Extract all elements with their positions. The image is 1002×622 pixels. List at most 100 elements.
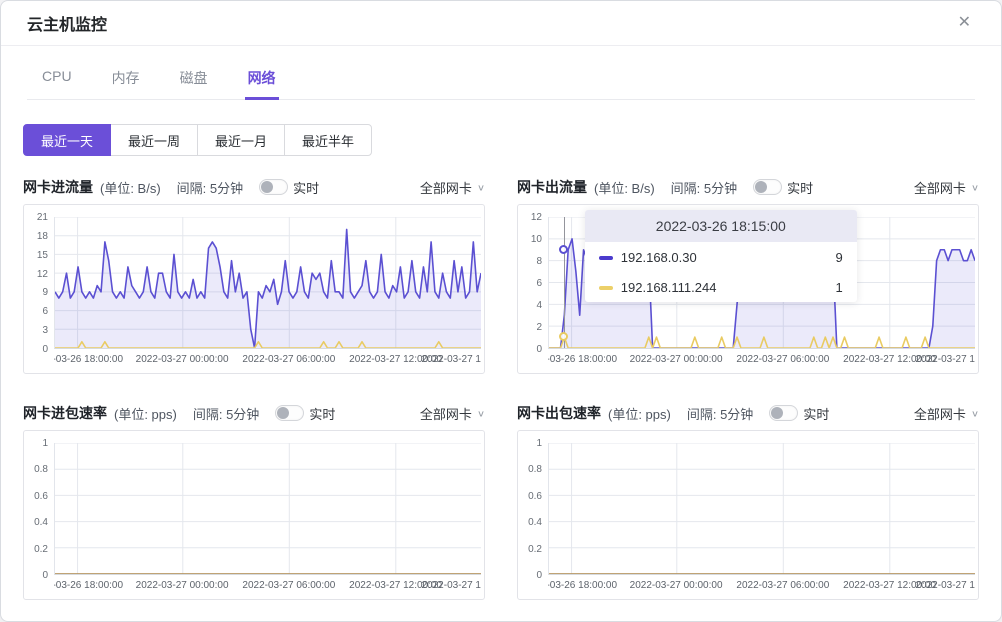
y-tick-label: 0.8 xyxy=(528,465,542,475)
y-tick-label: 0.4 xyxy=(528,518,542,528)
toggle-knob xyxy=(755,181,767,193)
toggle-knob xyxy=(277,407,289,419)
y-tick-label: 0.6 xyxy=(528,492,542,502)
y-tick-label: 0.8 xyxy=(34,465,48,475)
nic-filter-label: 全部网卡 xyxy=(420,178,472,197)
chevron-down-icon: ∨ xyxy=(477,408,485,418)
range-button-last-week[interactable]: 最近一周 xyxy=(110,124,198,156)
y-tick-label: 6 xyxy=(536,279,542,289)
panel-header: 网卡出包速率 (单位: pps) 间隔: 5分钟 实时 全部网卡 ∨ xyxy=(517,402,979,424)
x-tick-label: 2022-03-27 00:00:00 xyxy=(630,354,723,365)
nic-filter-dropdown[interactable]: 全部网卡 ∨ xyxy=(420,178,485,197)
y-tick-label: 4 xyxy=(536,301,542,311)
panel-interval: 间隔: 5分钟 xyxy=(193,404,259,423)
panel-unit: (单位: B/s) xyxy=(594,178,655,197)
cloud-host-monitor-dialog: 云主机监控 ✕ CPU 内存 磁盘 网络 最近一天 最近一周 最近一月 最近半年… xyxy=(0,0,1002,622)
x-tick-label: 2022-03-27 06:00:00 xyxy=(242,580,335,591)
y-tick-label: 21 xyxy=(37,213,48,223)
series-value: 1 xyxy=(836,280,843,295)
series-value: 9 xyxy=(836,250,843,265)
chart-canvas xyxy=(549,443,975,574)
realtime-toggle[interactable] xyxy=(769,405,798,421)
panel-nic-out-traffic: 网卡出流量 (单位: B/s) 间隔: 5分钟 实时 全部网卡 ∨ 121086… xyxy=(517,176,979,374)
chart-canvas xyxy=(55,443,481,574)
y-tick-label: 1 xyxy=(536,439,542,449)
tooltip-row: 192.168.0.30 9 xyxy=(585,242,857,272)
realtime-label: 实时 xyxy=(803,404,829,423)
chart-canvas xyxy=(55,217,481,348)
realtime-label: 实时 xyxy=(787,178,813,197)
chart-box: 10.80.60.40.20 2022-03-26 18:00:002022-0… xyxy=(23,430,485,600)
y-tick-label: 1 xyxy=(42,439,48,449)
panel-title: 网卡进流量 xyxy=(23,177,93,197)
y-axis-labels: 10.80.60.40.20 xyxy=(24,443,54,575)
panel-title: 网卡出包速率 xyxy=(517,403,601,423)
realtime-toggle[interactable] xyxy=(275,405,304,421)
dialog-title: 云主机监控 xyxy=(27,11,107,35)
x-tick-label: 2022-03-26 18:00:00 xyxy=(548,354,617,365)
nic-filter-dropdown[interactable]: 全部网卡 ∨ xyxy=(914,404,979,423)
tab-network[interactable]: 网络 xyxy=(245,60,279,100)
tab-cpu[interactable]: CPU xyxy=(39,60,75,100)
chart-box: 1 0.8 0.6 0.4 0.2 0 2022-03-26 18:00:00 2022-0… xyxy=(517,430,979,600)
realtime-toggle[interactable] xyxy=(753,179,782,195)
y-axis-labels: 121086420 xyxy=(518,217,548,349)
crosshair-line xyxy=(564,217,565,348)
y-tick-label: 0.4 xyxy=(34,518,48,528)
x-axis-labels: 2022-03-26 18:00:002022-03-27 00:00:0020… xyxy=(54,575,481,595)
chart-panels: 网卡进流量 (单位: B/s) 间隔: 5分钟 实时 全部网卡 ∨ 211815… xyxy=(23,176,979,600)
time-range-group: 最近一天 最近一周 最近一月 最近半年 xyxy=(23,124,979,156)
plot-area[interactable] xyxy=(54,217,481,349)
tabs-bar: CPU 内存 磁盘 网络 xyxy=(27,60,975,100)
panel-unit: (单位: pps) xyxy=(608,404,671,423)
tab-disk[interactable]: 磁盘 xyxy=(177,60,211,100)
nic-filter-dropdown[interactable]: 全部网卡 ∨ xyxy=(914,178,979,197)
realtime-label: 实时 xyxy=(293,178,319,197)
nic-filter-dropdown[interactable]: 全部网卡 ∨ xyxy=(420,404,485,423)
x-tick-label: 2022-03-27 1 xyxy=(916,580,976,591)
toggle-knob xyxy=(771,407,783,419)
plot-area[interactable] xyxy=(548,443,975,575)
series-dash xyxy=(599,286,613,290)
range-button-last-month[interactable]: 最近一月 xyxy=(197,124,285,156)
y-axis-labels: 211815129630 xyxy=(24,217,54,349)
y-tick-label: 10 xyxy=(531,235,542,245)
close-icon[interactable]: ✕ xyxy=(954,11,975,35)
panel-interval: 间隔: 5分钟 xyxy=(671,178,737,197)
panel-unit: (单位: pps) xyxy=(114,404,177,423)
chart-box: 121086420 2022-03-26 18:15:00 192.168.0.… xyxy=(517,204,979,374)
y-tick-label: 0 xyxy=(42,345,48,355)
x-axis-labels: 2022-03-26 18:00:002022-03-27 00:00:0020… xyxy=(54,349,481,369)
y-tick-label: 0 xyxy=(42,571,48,581)
x-tick-label: 2022-03-27 00:00:00 xyxy=(136,580,229,591)
series-name: 192.168.0.30 xyxy=(621,250,697,265)
series-dash xyxy=(599,256,613,260)
panel-title: 网卡出流量 xyxy=(517,177,587,197)
plot-area[interactable] xyxy=(54,443,481,575)
realtime-toggle[interactable] xyxy=(259,179,288,195)
y-tick-label: 2 xyxy=(536,323,542,333)
x-tick-label: 2022-03-27 1 xyxy=(916,354,976,365)
plot-area[interactable]: 2022-03-26 18:15:00 192.168.0.30 9 192.1… xyxy=(548,217,975,349)
chevron-down-icon: ∨ xyxy=(971,182,979,192)
toggle-knob xyxy=(261,181,273,193)
x-axis-labels: 2022-03-26 18:00:00 2022-03-27 00:00:00 20… xyxy=(548,349,975,369)
panel-interval: 间隔: 5分钟 xyxy=(177,178,243,197)
x-tick-label: 2022-03-27 06:00:00 xyxy=(736,354,829,365)
x-tick-label: 2022-03-26 18:00:00 xyxy=(548,580,617,591)
series-name: 192.168.111.244 xyxy=(621,280,717,295)
nic-filter-label: 全部网卡 xyxy=(420,404,472,423)
range-button-last-day[interactable]: 最近一天 xyxy=(23,124,111,156)
tab-memory[interactable]: 内存 xyxy=(109,60,143,100)
panel-nic-in-packet-rate: 网卡进包速率 (单位: pps) 间隔: 5分钟 实时 全部网卡 ∨ 10.80… xyxy=(23,402,485,600)
panel-interval: 间隔: 5分钟 xyxy=(687,404,753,423)
y-tick-label: 15 xyxy=(37,251,48,261)
x-tick-label: 2022-03-27 00:00:00 xyxy=(630,580,723,591)
x-tick-label: 2022-03-27 1 xyxy=(422,354,482,365)
range-button-last-half-year[interactable]: 最近半年 xyxy=(284,124,372,156)
panel-unit: (单位: B/s) xyxy=(100,178,161,197)
y-tick-label: 0.2 xyxy=(528,545,542,555)
panel-header: 网卡进包速率 (单位: pps) 间隔: 5分钟 实时 全部网卡 ∨ xyxy=(23,402,485,424)
y-tick-label: 0 xyxy=(536,571,542,581)
chart-tooltip: 2022-03-26 18:15:00 192.168.0.30 9 192.1… xyxy=(585,210,857,302)
